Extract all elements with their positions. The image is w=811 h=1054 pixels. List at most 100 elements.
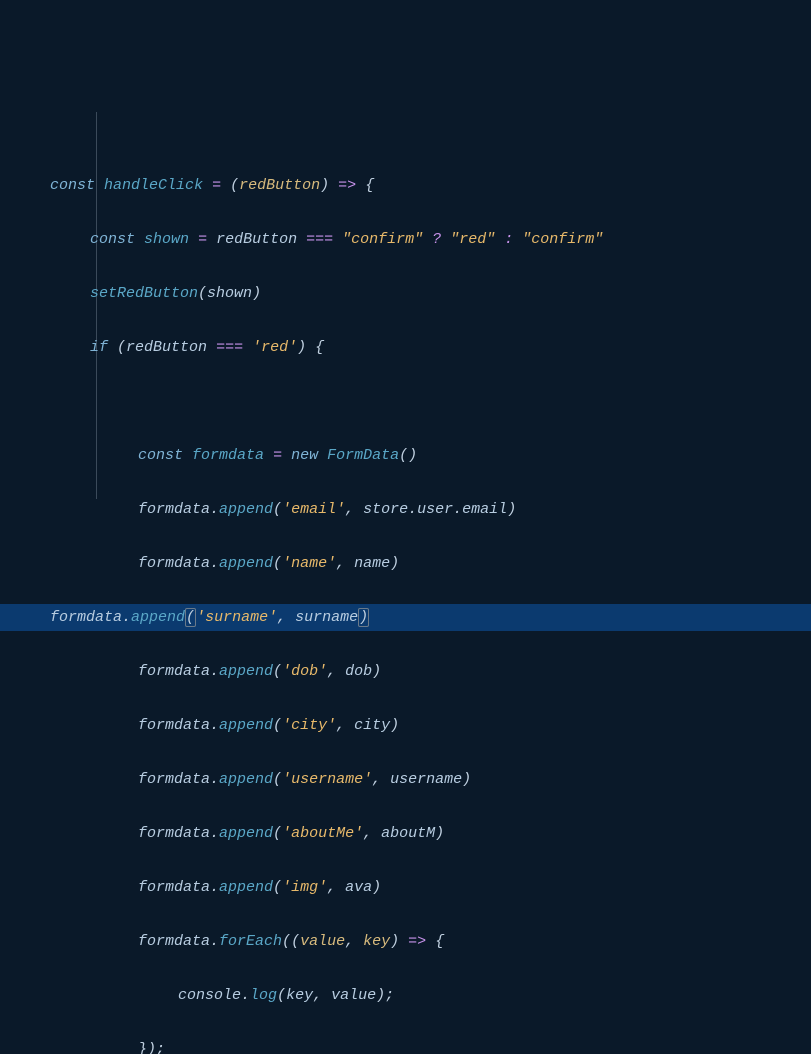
identifier: formdata xyxy=(138,879,210,896)
code-line[interactable]: formdata.append('name', name) xyxy=(50,550,811,577)
comma: , xyxy=(372,771,381,788)
dot: . xyxy=(210,771,219,788)
code-line[interactable]: if (redButton === 'red') { xyxy=(50,334,811,361)
string: 'email' xyxy=(282,501,345,518)
paren-open: ( xyxy=(273,501,282,518)
paren-close: ) xyxy=(462,771,471,788)
dot: . xyxy=(241,987,250,1004)
identifier: value xyxy=(331,987,376,1004)
identifier: formdata xyxy=(138,663,210,680)
identifier: city xyxy=(354,717,390,734)
identifier: key xyxy=(286,987,313,1004)
keyword-if: if xyxy=(90,339,108,356)
identifier: email xyxy=(462,501,507,518)
identifier: formdata xyxy=(50,609,122,626)
paren-open: ( xyxy=(277,987,286,1004)
string: 'aboutMe' xyxy=(282,825,363,842)
function-name: handleClick xyxy=(104,177,203,194)
var-name: formdata xyxy=(192,447,264,464)
ternary-colon: : xyxy=(504,231,513,248)
code-line[interactable]: const formdata = new FormData() xyxy=(50,442,811,469)
paren-open: ( xyxy=(399,447,408,464)
method: log xyxy=(250,987,277,1004)
operator-eqeq: === xyxy=(216,339,243,356)
paren-open: ( xyxy=(198,285,207,302)
paren-open: ( xyxy=(273,663,282,680)
dot: . xyxy=(210,663,219,680)
identifier: formdata xyxy=(138,825,210,842)
method: forEach xyxy=(219,933,282,950)
string: 'surname' xyxy=(196,609,277,626)
code-line[interactable]: formdata.append('dob', dob) xyxy=(50,658,811,685)
comma: , xyxy=(336,555,345,572)
code-line-highlighted[interactable]: formdata.append('surname', surname) xyxy=(0,604,811,631)
code-line[interactable]: formdata.append('username', username) xyxy=(50,766,811,793)
identifier: surname xyxy=(295,609,358,626)
identifier: formdata xyxy=(138,501,210,518)
arrow: => xyxy=(338,177,356,194)
keyword-new: new xyxy=(291,447,318,464)
dot: . xyxy=(210,933,219,950)
method: append xyxy=(219,555,273,572)
ternary-q: ? xyxy=(432,231,441,248)
comma: , xyxy=(313,987,322,1004)
code-line[interactable]: formdata.forEach((value, key) => { xyxy=(50,928,811,955)
identifier: formdata xyxy=(138,933,210,950)
paren-close: ) xyxy=(390,717,399,734)
code-line[interactable]: console.log(key, value); xyxy=(50,982,811,1009)
code-line[interactable]: }); xyxy=(50,1036,811,1054)
identifier: dob xyxy=(345,663,372,680)
dot: . xyxy=(408,501,417,518)
string: "red" xyxy=(450,231,495,248)
operator-eqeq: === xyxy=(306,231,333,248)
brace-close: } xyxy=(138,1041,147,1054)
var-name: shown xyxy=(144,231,189,248)
code-line[interactable]: formdata.append('aboutMe', aboutM) xyxy=(50,820,811,847)
paren-open: ( xyxy=(291,933,300,950)
operator-eq: = xyxy=(198,231,207,248)
paren-open: ( xyxy=(117,339,126,356)
code-line[interactable]: formdata.append('img', ava) xyxy=(50,874,811,901)
comma: , xyxy=(345,501,354,518)
code-line[interactable]: const shown = redButton === "confirm" ? … xyxy=(50,226,811,253)
string: 'img' xyxy=(282,879,327,896)
paren-open: ( xyxy=(273,825,282,842)
brace-open: { xyxy=(315,339,324,356)
method: append xyxy=(131,609,185,626)
dot: . xyxy=(210,501,219,518)
identifier: shown xyxy=(207,285,252,302)
string: 'username' xyxy=(282,771,372,788)
string: "confirm" xyxy=(522,231,603,248)
paren-close: ) xyxy=(435,825,444,842)
dot: . xyxy=(210,555,219,572)
identifier: ava xyxy=(345,879,372,896)
method: append xyxy=(219,825,273,842)
code-line[interactable]: formdata.append('city', city) xyxy=(50,712,811,739)
paren-close: ) xyxy=(320,177,329,194)
code-line-empty[interactable] xyxy=(50,388,811,415)
keyword-const: const xyxy=(90,231,135,248)
paren-open: ( xyxy=(273,771,282,788)
code-line[interactable]: formdata.append('email', store.user.emai… xyxy=(50,496,811,523)
string: 'city' xyxy=(282,717,336,734)
code-line[interactable]: const handleClick = (redButton) => { xyxy=(50,172,811,199)
method: append xyxy=(219,663,273,680)
paren-close-matched: ) xyxy=(358,608,369,627)
comma: , xyxy=(336,717,345,734)
paren-close: ) xyxy=(372,663,381,680)
paren-close: ) xyxy=(376,987,385,1004)
semicolon: ; xyxy=(385,987,394,1004)
brace-open: { xyxy=(365,177,374,194)
function-call: setRedButton xyxy=(90,285,198,302)
comma: , xyxy=(345,933,354,950)
code-line[interactable]: setRedButton(shown) xyxy=(50,280,811,307)
string: "confirm" xyxy=(342,231,423,248)
operator-eq: = xyxy=(212,177,221,194)
paren-close: ) xyxy=(390,555,399,572)
paren-close: ) xyxy=(507,501,516,518)
identifier: formdata xyxy=(138,717,210,734)
identifier: redButton xyxy=(216,231,297,248)
param: key xyxy=(363,933,390,950)
keyword-const: const xyxy=(50,177,95,194)
string: 'dob' xyxy=(282,663,327,680)
